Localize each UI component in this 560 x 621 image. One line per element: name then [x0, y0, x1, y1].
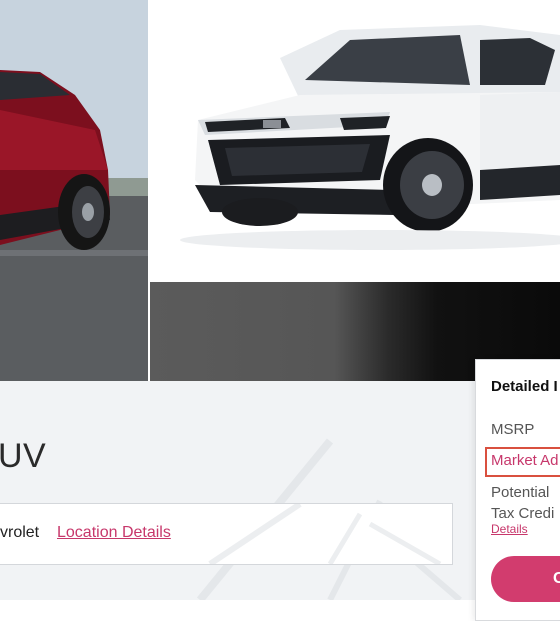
potential-line-2: Tax Credi — [491, 505, 555, 522]
pricing-card: Detailed I MSRP Market Ad Potential Tax … — [475, 359, 560, 621]
pricing-heading: Detailed I — [491, 378, 558, 395]
msrp-label: MSRP — [491, 421, 535, 438]
decorative-road-pattern — [196, 438, 462, 600]
vehicle-info-panel — [0, 381, 475, 600]
location-details-link[interactable]: Location Details — [57, 524, 171, 542]
white-suv-illustration — [180, 25, 560, 250]
dealer-name: vrolet — [0, 524, 40, 541]
market-adjustment-label[interactable]: Market Ad — [491, 452, 559, 469]
red-suv-photo[interactable] — [0, 0, 148, 381]
red-suv-illustration — [0, 0, 148, 381]
potential-tax-credit-label: Potential Tax Credi — [491, 482, 554, 524]
details-link[interactable]: Details — [491, 522, 528, 536]
cta-button[interactable]: C — [491, 556, 560, 602]
white-suv-photo[interactable] — [150, 0, 560, 282]
dealer-info-box: vrolet Location Details — [0, 503, 453, 565]
vehicle-title: UV — [0, 437, 47, 475]
potential-line-1: Potential — [491, 484, 550, 501]
